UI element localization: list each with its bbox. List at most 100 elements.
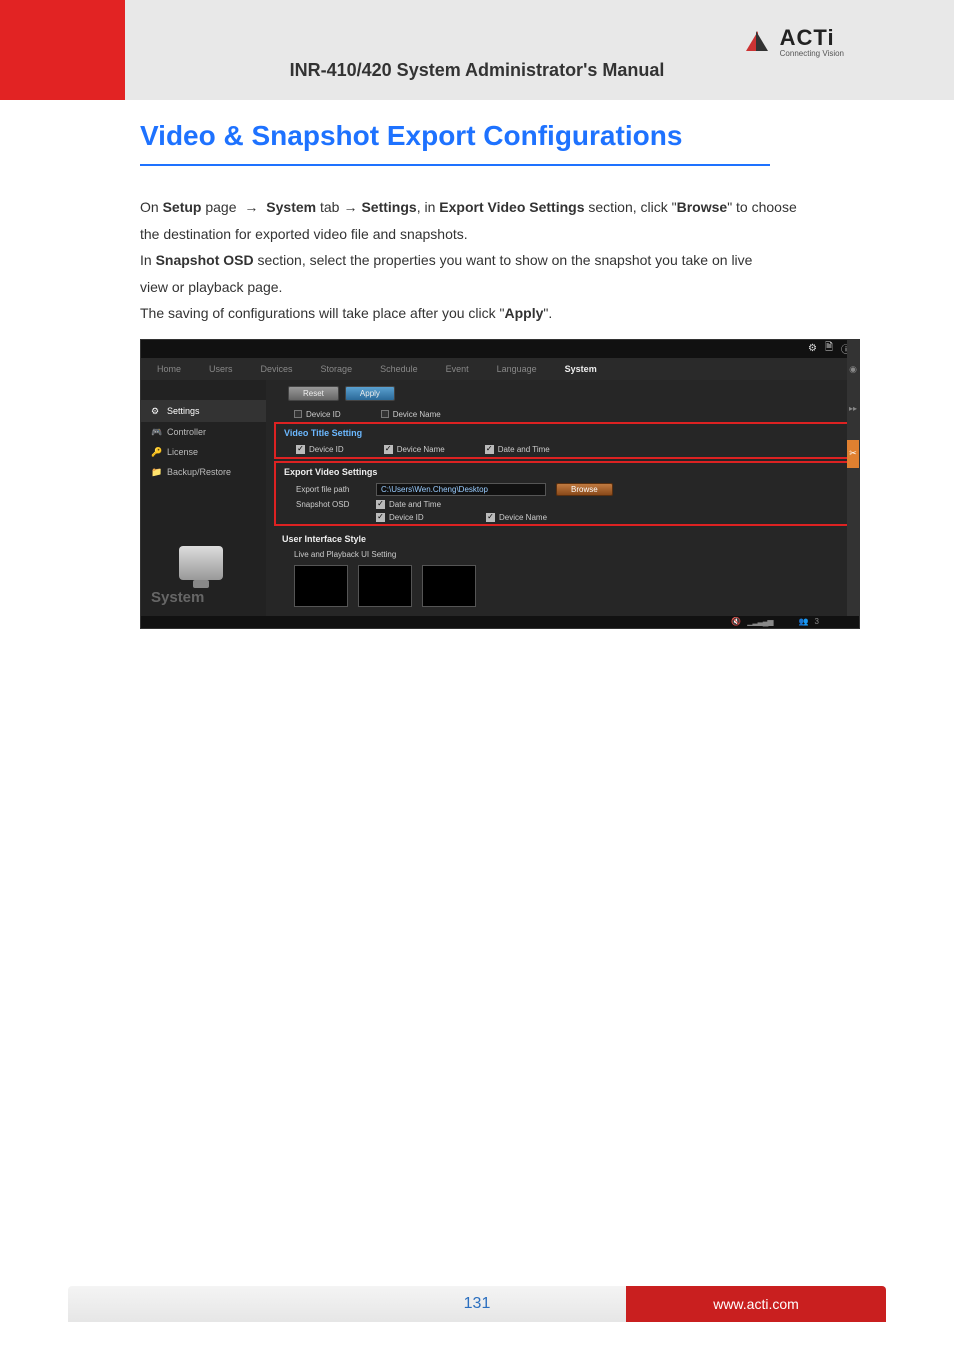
document-icon[interactable]: 🗎 xyxy=(825,340,833,357)
browse-button[interactable]: Browse xyxy=(556,483,613,496)
checkbox-label: Device Name xyxy=(393,410,441,419)
checkbox-checked-icon: ✓ xyxy=(485,445,494,454)
checkbox-osd-device-name[interactable]: ✓ Device Name xyxy=(486,513,547,522)
sidebar-item-label: License xyxy=(167,447,198,457)
heading-rule xyxy=(140,164,770,166)
text-bold: Setup xyxy=(163,199,202,215)
checkbox-vts-device-name[interactable]: ✓ Device Name xyxy=(384,445,445,454)
text: " to choose xyxy=(727,199,797,215)
snapshot-osd-label: Snapshot OSD xyxy=(296,500,366,509)
ss-sidebar: ⚙ Settings 🎮 Controller 🔑 License 📁 Backup/R… xyxy=(141,380,266,618)
ss-topbar: ⚙ 🗎 ⓘ xyxy=(141,340,859,358)
section-heading: Video & Snapshot Export Configurations xyxy=(140,120,844,152)
arrow-icon: → xyxy=(240,199,262,215)
text-bold: Settings xyxy=(361,199,416,215)
menu-event[interactable]: Event xyxy=(446,364,469,374)
export-path-label: Export file path xyxy=(296,485,366,494)
pin-icon[interactable]: ✂ xyxy=(847,440,859,468)
expand-icon[interactable]: ▸▸ xyxy=(849,404,857,413)
sidebar-item-label: Controller xyxy=(167,427,206,437)
eye-icon[interactable]: ◉ xyxy=(849,364,857,375)
ss-main-menu: Home Users Devices Storage Schedule Even… xyxy=(141,358,859,380)
checkbox-vts-date-time[interactable]: ✓ Date and Time xyxy=(485,445,550,454)
checkbox-vts-device-id[interactable]: ✓Device ID xyxy=(296,445,344,454)
sidebar-item-label: Backup/Restore xyxy=(167,467,231,477)
text: , in xyxy=(417,199,440,215)
apply-button[interactable]: Apply xyxy=(345,386,395,401)
checkbox-osd-date-time[interactable]: ✓ Date and Time xyxy=(376,500,441,509)
highlight-video-title-setting: Video Title Setting ✓Device ID ✓Device N… xyxy=(274,422,851,459)
section-title-export-video: Export Video Settings xyxy=(276,463,849,481)
ui-style-thumbnail[interactable] xyxy=(422,565,476,607)
checkbox-device-id[interactable]: Device ID xyxy=(294,410,341,419)
sidebar-item-license[interactable]: 🔑 License xyxy=(141,442,266,462)
text-bold: Browse xyxy=(677,199,728,215)
logo-text: ACTi xyxy=(780,25,835,50)
menu-home[interactable]: Home xyxy=(157,364,181,374)
checkbox-osd-device-id[interactable]: ✓ Device ID xyxy=(376,513,476,522)
ss-main-panel: Reset Apply Device ID Device Name Video … xyxy=(266,380,859,618)
ui-style-subtitle: Live and Playback UI Setting xyxy=(274,548,851,561)
checkbox-device-name[interactable]: Device Name xyxy=(381,410,441,419)
body-paragraph-1: On Setup page → System tab→Settings, in … xyxy=(140,194,844,221)
embedded-screenshot: ⚙ 🗎 ⓘ Home Users Devices Storage Schedul… xyxy=(140,339,860,629)
checkbox-checked-icon: ✓ xyxy=(376,513,385,522)
checkbox-label: Device ID xyxy=(309,445,344,454)
text: take place after you click " xyxy=(342,305,504,321)
checkbox-checked-icon: ✓ xyxy=(384,445,393,454)
text: page xyxy=(201,199,240,215)
ss-footer: 🔇 ▁▂▃▄▅ 👥 3 xyxy=(141,616,859,628)
text-bold: System xyxy=(262,199,316,215)
system-category-label: System xyxy=(151,589,204,606)
text: On xyxy=(140,199,163,215)
checkbox-label: Device Name xyxy=(397,445,445,454)
checkbox-label: Date and Time xyxy=(498,445,550,454)
checkbox-icon xyxy=(381,410,389,418)
brand-logo: ACTi Connecting Vision xyxy=(746,25,844,58)
section-title-ui-style: User Interface Style xyxy=(274,530,851,548)
menu-language[interactable]: Language xyxy=(497,364,537,374)
volume-bars[interactable]: ▁▂▃▄▅ xyxy=(747,617,772,626)
users-icon[interactable]: 👥 xyxy=(799,617,809,626)
menu-devices[interactable]: Devices xyxy=(261,364,293,374)
export-path-input[interactable]: C:\Users\Wen.Cheng\Desktop xyxy=(376,483,546,496)
logo-tagline: Connecting Vision xyxy=(780,49,844,58)
body-paragraph-3: In Snapshot OSD section, select the prop… xyxy=(140,247,844,274)
reset-button[interactable]: Reset xyxy=(288,386,339,401)
text-bold: Export Video Settings xyxy=(439,199,584,215)
sidebar-item-label: Settings xyxy=(167,406,200,416)
text: ". xyxy=(543,305,552,321)
text: section, click " xyxy=(585,199,677,215)
body-paragraph-2: the destination for exported video file … xyxy=(140,221,844,248)
arrow-icon: → xyxy=(339,199,361,215)
gear-icon: ⚙ xyxy=(151,406,161,416)
menu-storage[interactable]: Storage xyxy=(321,364,353,374)
body-paragraph-4: view or playback page. xyxy=(140,274,844,301)
header-red-block xyxy=(0,0,125,100)
users-count: 3 xyxy=(815,617,819,626)
menu-schedule[interactable]: Schedule xyxy=(380,364,418,374)
text: tab xyxy=(316,199,339,215)
document-title: INR-410/420 System Administrator's Manua… xyxy=(0,60,954,81)
menu-system[interactable]: System xyxy=(565,364,597,374)
checkbox-checked-icon: ✓ xyxy=(376,500,385,509)
section-title-video-title: Video Title Setting xyxy=(276,424,849,442)
checkbox-checked-icon: ✓ xyxy=(486,513,495,522)
checkbox-label: Date and Time xyxy=(389,500,441,509)
key-icon: 🔑 xyxy=(151,447,161,457)
sidebar-item-controller[interactable]: 🎮 Controller xyxy=(141,422,266,442)
ui-style-thumbnail[interactable] xyxy=(294,565,348,607)
checkbox-label: Device ID xyxy=(389,513,424,522)
footer-url: www.acti.com xyxy=(626,1286,886,1322)
checkbox-label: Device Name xyxy=(499,513,547,522)
menu-users[interactable]: Users xyxy=(209,364,233,374)
gear-icon[interactable]: ⚙ xyxy=(808,343,817,354)
checkbox-icon xyxy=(294,410,302,418)
folder-icon: 📁 xyxy=(151,467,161,477)
ui-style-thumbnail[interactable] xyxy=(358,565,412,607)
controller-icon: 🎮 xyxy=(151,427,161,437)
sidebar-item-settings[interactable]: ⚙ Settings xyxy=(141,400,266,422)
text-bold: Apply xyxy=(504,305,543,321)
sidebar-item-backup-restore[interactable]: 📁 Backup/Restore xyxy=(141,462,266,482)
volume-icon[interactable]: 🔇 xyxy=(731,617,741,626)
